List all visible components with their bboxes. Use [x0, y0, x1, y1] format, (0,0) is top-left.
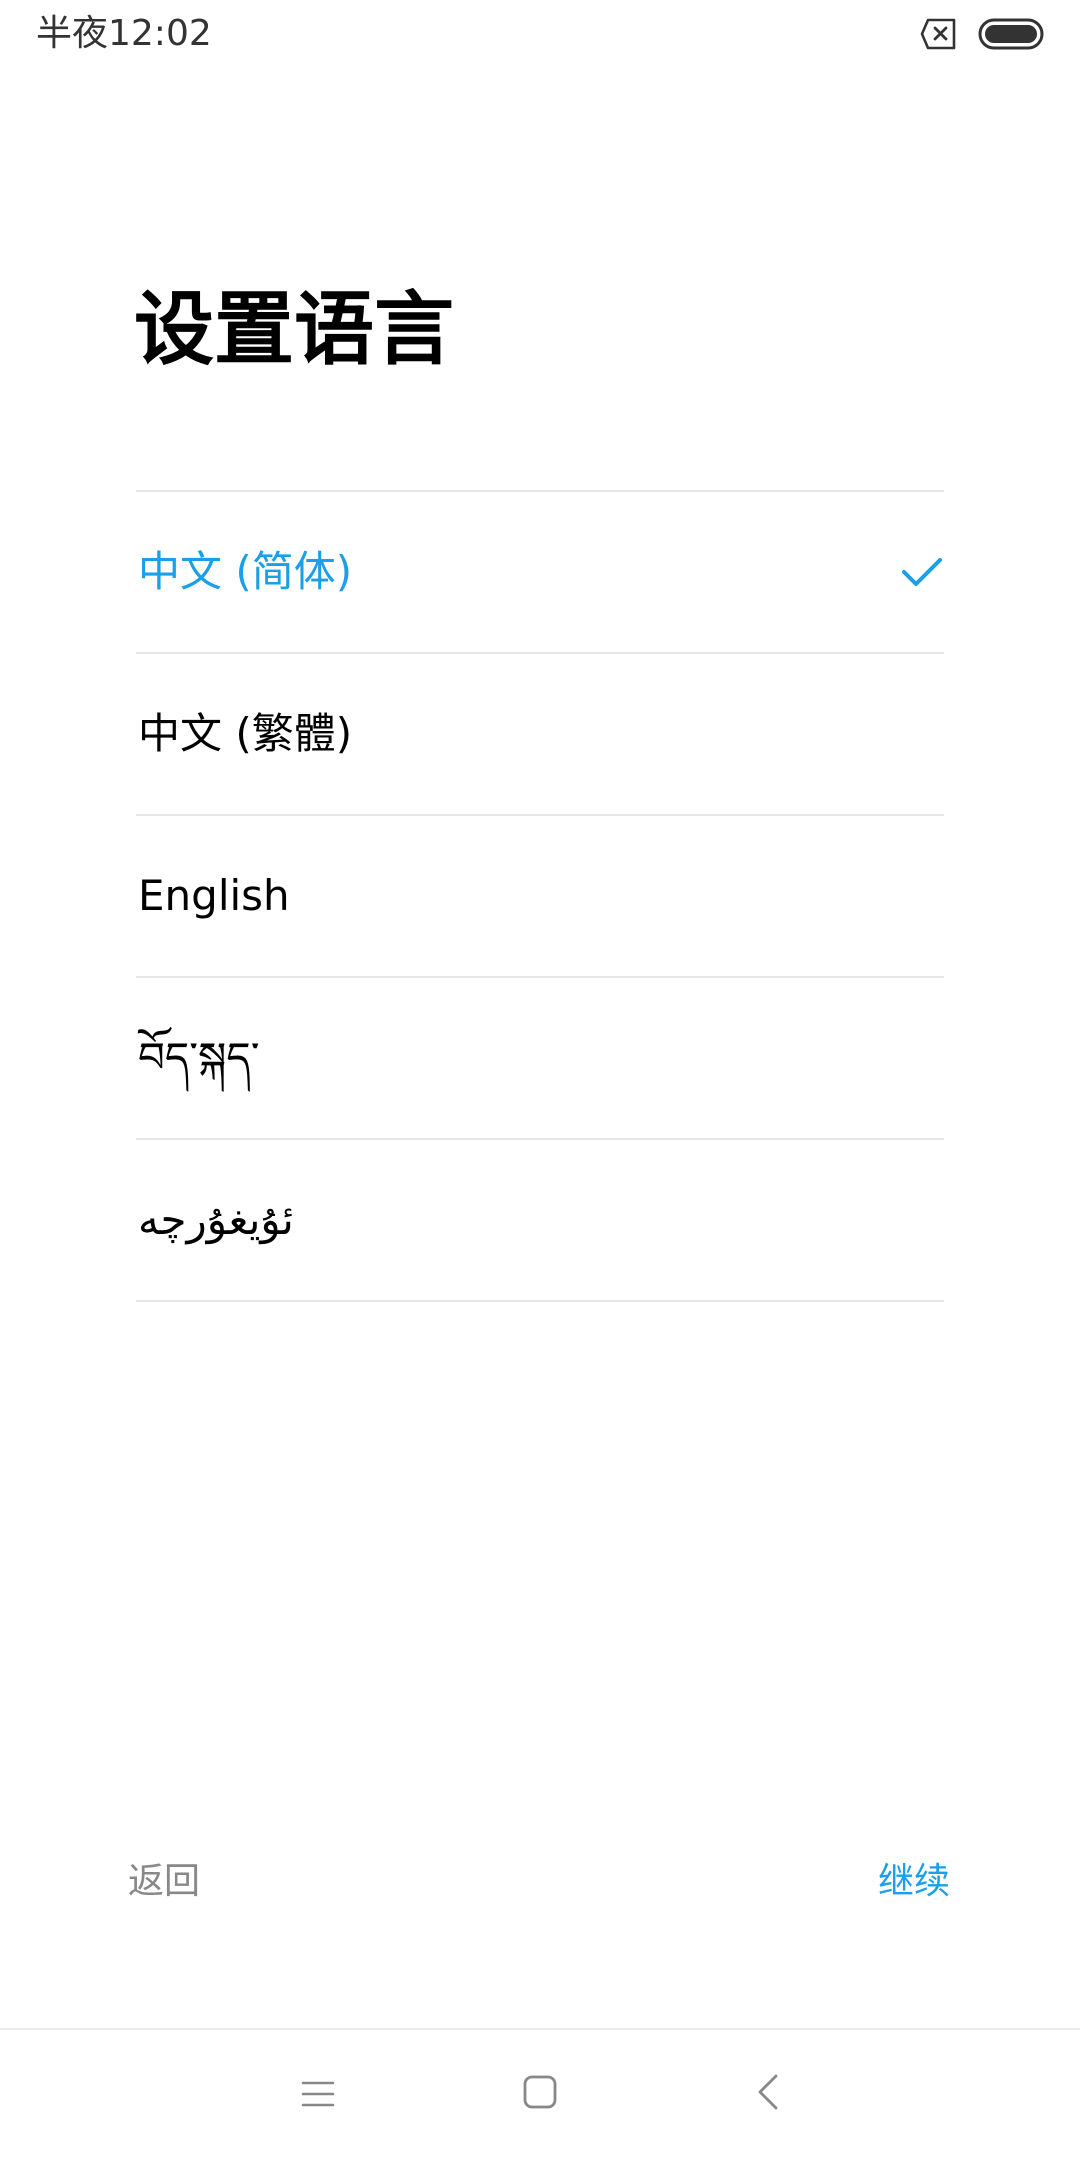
- navigation-bar: [0, 2028, 1080, 2160]
- page-title: 设置语言: [134, 283, 454, 376]
- status-bar: 半夜12:02: [0, 0, 1080, 70]
- menu-icon[interactable]: [300, 2076, 336, 2112]
- language-option-zh-hans[interactable]: 中文 (简体): [136, 490, 944, 652]
- check-icon: [902, 558, 942, 586]
- language-option-uyghur[interactable]: ئۇيغۇرچە: [136, 1138, 944, 1302]
- language-option-english[interactable]: English: [136, 814, 944, 976]
- language-option-tibetan[interactable]: བོད་སྐད་: [136, 976, 944, 1138]
- language-list: 中文 (简体) 中文 (繁體) English བོད་སྐད་ ئۇيغۇرچ…: [136, 490, 944, 1302]
- language-label: English: [138, 871, 290, 920]
- language-option-zh-hant[interactable]: 中文 (繁體): [136, 652, 944, 814]
- setup-language-screen: 半夜12:02 设置语言 中文 (简体) 中文 (繁體) English བོད…: [0, 0, 1080, 2160]
- back-arrow-icon[interactable]: [750, 2072, 786, 2112]
- language-label: བོད་སྐད་: [138, 1033, 260, 1082]
- back-button[interactable]: 返回: [128, 1860, 200, 1904]
- home-icon[interactable]: [522, 2074, 558, 2110]
- battery-full-icon: [978, 18, 1044, 50]
- no-sim-icon: [920, 18, 956, 50]
- language-label: ئۇيغۇرچە: [138, 1195, 294, 1244]
- language-label: 中文 (繁體): [138, 709, 353, 758]
- status-time: 半夜12:02: [36, 13, 212, 54]
- continue-button[interactable]: 继续: [878, 1860, 950, 1904]
- language-label: 中文 (简体): [138, 547, 353, 596]
